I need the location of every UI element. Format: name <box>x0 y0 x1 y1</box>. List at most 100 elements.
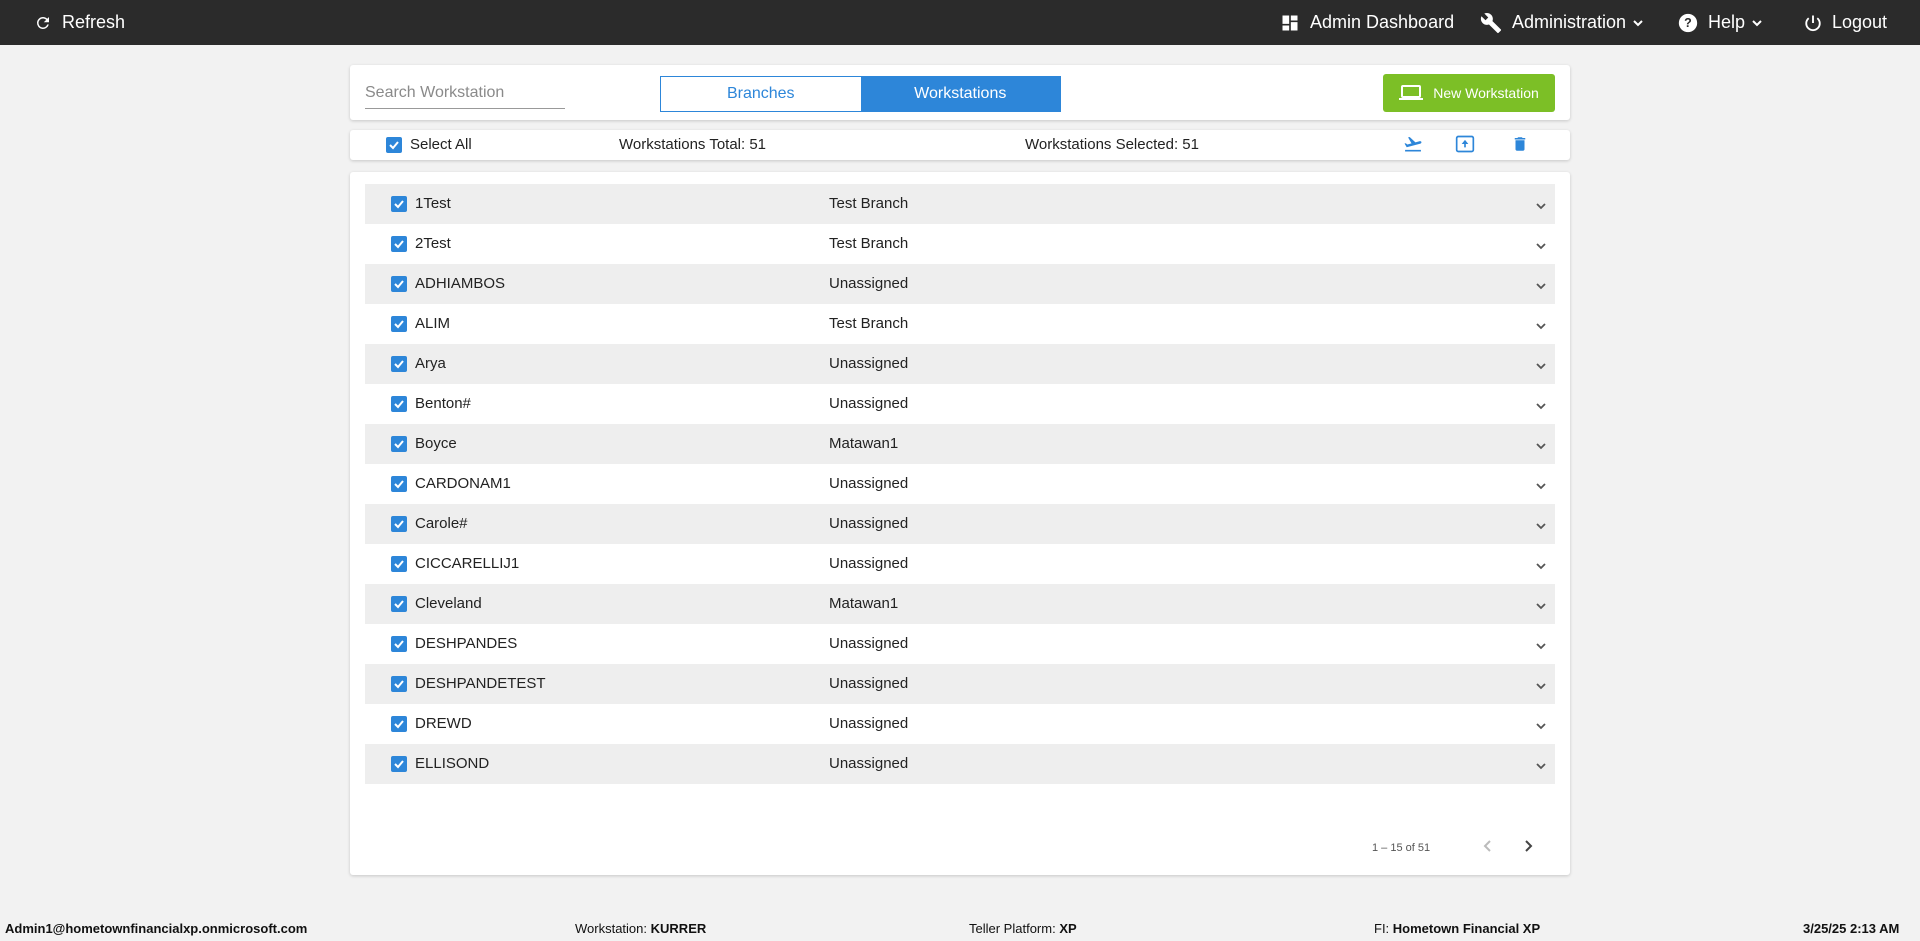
admin-dashboard-link[interactable]: Admin Dashboard <box>1280 0 1454 45</box>
chevron-down-icon <box>1536 683 1546 690</box>
workstation-name: DREWD <box>415 715 472 732</box>
table-row[interactable]: DESHPANDETEST Unassigned <box>365 664 1555 704</box>
workstation-branch: Unassigned <box>829 355 909 372</box>
expand-row-button[interactable] <box>1535 399 1547 417</box>
tab-branches[interactable]: Branches <box>661 77 861 111</box>
chevron-down-icon <box>1536 443 1546 450</box>
chevron-down-icon <box>1536 323 1546 330</box>
laptop-icon <box>1399 85 1424 100</box>
chevron-down-icon <box>1536 563 1546 570</box>
flight-takeoff-icon <box>1404 136 1422 152</box>
row-checkbox[interactable] <box>391 316 407 332</box>
workstation-list: 1Test Test Branch 2Test Test Branch ADHIAMBO… <box>365 184 1555 784</box>
expand-row-button[interactable] <box>1535 239 1547 257</box>
row-checkbox[interactable] <box>391 596 407 612</box>
checkmark-icon <box>394 280 404 289</box>
table-row[interactable]: Cleveland Matawan1 <box>365 584 1555 624</box>
expand-row-button[interactable] <box>1535 559 1547 577</box>
refresh-button[interactable]: Refresh <box>34 0 125 45</box>
search-workstation-input[interactable] <box>365 81 565 109</box>
expand-row-button[interactable] <box>1535 479 1547 497</box>
svg-text:?: ? <box>1684 16 1692 30</box>
chevron-down-icon <box>1536 243 1546 250</box>
expand-row-button[interactable] <box>1535 719 1547 737</box>
workstation-branch: Test Branch <box>829 195 909 212</box>
expand-row-button[interactable] <box>1535 519 1547 537</box>
expand-row-button[interactable] <box>1535 639 1547 657</box>
status-fi: FI: Hometown Financial XP <box>1374 921 1541 936</box>
help-icon: ? <box>1678 13 1698 32</box>
chevron-down-icon <box>1536 483 1546 490</box>
row-checkbox[interactable] <box>391 476 407 492</box>
table-row[interactable]: 1Test Test Branch <box>365 184 1555 224</box>
new-workstation-button[interactable]: New Workstation <box>1383 74 1555 112</box>
row-checkbox[interactable] <box>391 636 407 652</box>
upload-button[interactable] <box>1454 134 1476 159</box>
trash-icon <box>1514 137 1526 151</box>
workstation-name: Cleveland <box>415 595 482 612</box>
row-checkbox[interactable] <box>391 756 407 772</box>
row-checkbox[interactable] <box>391 716 407 732</box>
chevron-down-icon <box>1536 643 1546 650</box>
table-row[interactable]: CARDONAM1 Unassigned <box>365 464 1555 504</box>
table-row[interactable]: DESHPANDES Unassigned <box>365 624 1555 664</box>
administration-menu[interactable]: Administration <box>1480 0 1644 45</box>
delete-button[interactable] <box>1511 134 1529 159</box>
table-row[interactable]: Boyce Matawan1 <box>365 424 1555 464</box>
status-teller-platform: Teller Platform: XP <box>969 921 1077 936</box>
table-row[interactable]: Benton# Unassigned <box>365 384 1555 424</box>
chevron-down-icon <box>1536 523 1546 530</box>
row-checkbox[interactable] <box>391 276 407 292</box>
tab-workstations[interactable]: Workstations <box>860 77 1060 111</box>
table-row[interactable]: Carole# Unassigned <box>365 504 1555 544</box>
logout-button[interactable]: Logout <box>1804 0 1887 45</box>
select-all-checkbox[interactable] <box>386 136 402 153</box>
table-row[interactable]: Arya Unassigned <box>365 344 1555 384</box>
table-row[interactable]: ALIM Test Branch <box>365 304 1555 344</box>
row-checkbox[interactable] <box>391 196 407 212</box>
expand-row-button[interactable] <box>1535 759 1547 777</box>
workstation-header-panel: Branches Workstations New Workstation <box>350 65 1570 120</box>
table-row[interactable]: ADHIAMBOS Unassigned <box>365 264 1555 304</box>
next-page-button[interactable] <box>1520 838 1536 859</box>
row-checkbox[interactable] <box>391 676 407 692</box>
select-all-label: Select All <box>410 136 472 153</box>
workstation-branch: Unassigned <box>829 395 909 412</box>
refresh-label: Refresh <box>62 12 126 32</box>
expand-row-button[interactable] <box>1535 679 1547 697</box>
chevron-down-icon <box>1536 283 1546 290</box>
chevron-down-icon <box>1536 203 1546 210</box>
chevron-left-icon <box>1483 840 1491 852</box>
checkmark-icon <box>394 440 404 449</box>
row-checkbox[interactable] <box>391 236 407 252</box>
row-checkbox[interactable] <box>391 356 407 372</box>
chevron-down-icon <box>1536 603 1546 610</box>
transfer-button[interactable] <box>1402 134 1424 159</box>
workstation-name: ADHIAMBOS <box>415 275 506 292</box>
expand-row-button[interactable] <box>1535 319 1547 337</box>
status-bar: Admin1@hometownfinancialxp.onmicrosoft.c… <box>0 914 1920 941</box>
table-row[interactable]: CICCARELLIJ1 Unassigned <box>365 544 1555 584</box>
row-checkbox[interactable] <box>391 556 407 572</box>
view-toggle: Branches Workstations <box>660 76 1061 112</box>
expand-row-button[interactable] <box>1535 279 1547 297</box>
workstations-selected: Workstations Selected: 51 <box>1025 136 1199 153</box>
row-checkbox[interactable] <box>391 436 407 452</box>
expand-row-button[interactable] <box>1535 439 1547 457</box>
workstation-list-panel: 1Test Test Branch 2Test Test Branch ADHIAMBO… <box>350 172 1570 875</box>
help-menu[interactable]: ? Help <box>1678 0 1763 45</box>
expand-row-button[interactable] <box>1535 359 1547 377</box>
checkmark-icon <box>394 680 404 689</box>
workstation-branch: Unassigned <box>829 555 909 572</box>
table-row[interactable]: ELLISOND Unassigned <box>365 744 1555 784</box>
workstation-branch: Unassigned <box>829 515 909 532</box>
expand-row-button[interactable] <box>1535 199 1547 217</box>
table-row[interactable]: 2Test Test Branch <box>365 224 1555 264</box>
row-checkbox[interactable] <box>391 516 407 532</box>
row-checkbox[interactable] <box>391 396 407 412</box>
previous-page-button[interactable] <box>1480 838 1496 859</box>
table-row[interactable]: DREWD Unassigned <box>365 704 1555 744</box>
workstation-name: DESHPANDES <box>415 635 518 652</box>
select-all[interactable]: Select All <box>386 136 472 153</box>
expand-row-button[interactable] <box>1535 599 1547 617</box>
